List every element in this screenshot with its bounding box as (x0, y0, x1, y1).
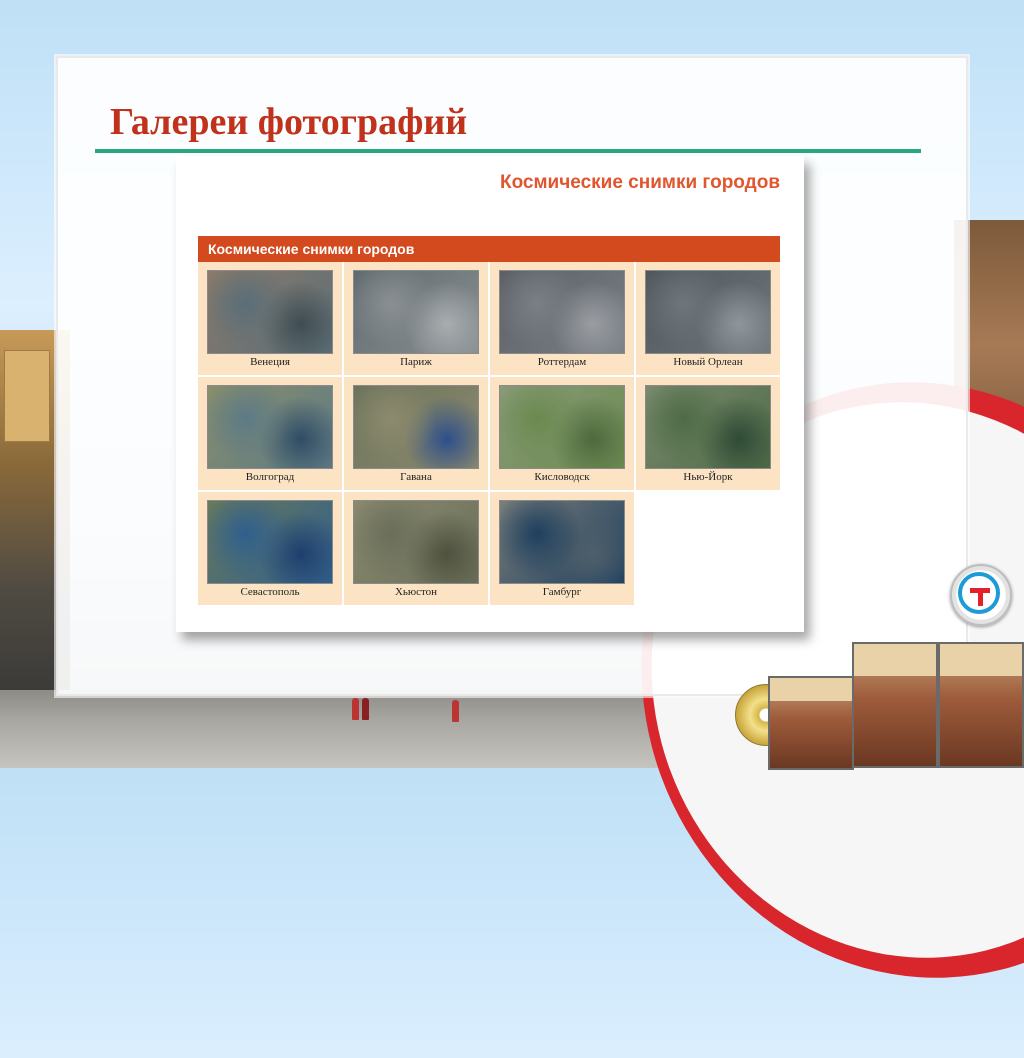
gallery-item-caption: Роттердам (537, 356, 587, 368)
satellite-thumbnail[interactable] (353, 385, 479, 469)
book-cover-10[interactable] (852, 642, 938, 768)
gallery-item[interactable]: Новый Орлеан (636, 262, 780, 375)
gallery-item-caption: Хьюстон (394, 586, 438, 598)
pedestrian (352, 698, 359, 720)
background-building (4, 350, 50, 442)
gallery-title-bar: Космические снимки городов (198, 236, 780, 262)
gallery-item-caption: Новый Орлеан (673, 356, 743, 368)
gallery-item-caption: Гавана (400, 471, 432, 483)
gallery-item-caption: Нью-Йорк (683, 471, 733, 483)
gallery-item-caption: Венеция (250, 356, 290, 368)
gallery-item[interactable]: Гавана (344, 377, 488, 490)
gallery-item[interactable]: Кисловодск (490, 377, 634, 490)
satellite-thumbnail[interactable] (499, 385, 625, 469)
gallery-item-caption: Кисловодск (534, 471, 590, 483)
gallery-item-caption: Волгоград (245, 471, 295, 483)
slide-title: Галереи фотографий (110, 101, 468, 143)
gallery-grid: Венеция Париж Роттердам Новый Орлеан Волгогр… (198, 262, 780, 605)
gallery-item-caption: Гамбург (542, 586, 582, 598)
satellite-thumbnail[interactable] (207, 500, 333, 584)
satellite-thumbnail[interactable] (353, 270, 479, 354)
gallery-item[interactable]: Венеция (198, 262, 342, 375)
gallery-item[interactable]: Нью-Йорк (636, 377, 780, 490)
satellite-thumbnail[interactable] (499, 500, 625, 584)
gallery-item-caption: Париж (400, 356, 432, 368)
satellite-thumbnail[interactable] (353, 500, 479, 584)
gallery-item[interactable]: Париж (344, 262, 488, 375)
book-cover-11[interactable] (938, 642, 1024, 768)
gallery-item[interactable]: Севастополь (198, 492, 342, 605)
gallery-screenshot: Космические снимки городов Космические с… (176, 156, 804, 632)
gallery-item[interactable]: Роттердам (490, 262, 634, 375)
satellite-thumbnail[interactable] (499, 270, 625, 354)
publisher-logo-icon[interactable] (950, 564, 1012, 626)
gallery-item-caption: Севастополь (240, 586, 300, 598)
gallery-item[interactable]: Гамбург (490, 492, 634, 605)
satellite-thumbnail[interactable] (207, 385, 333, 469)
pedestrian (362, 698, 369, 720)
book-cover-10-11[interactable] (768, 676, 854, 770)
satellite-thumbnail[interactable] (207, 270, 333, 354)
pedestrian (452, 700, 459, 722)
title-underline (95, 149, 921, 153)
gallery-item[interactable]: Хьюстон (344, 492, 488, 605)
satellite-thumbnail[interactable] (645, 270, 771, 354)
gallery-item[interactable]: Волгоград (198, 377, 342, 490)
satellite-thumbnail[interactable] (645, 385, 771, 469)
gallery-heading: Космические снимки городов (499, 172, 780, 193)
